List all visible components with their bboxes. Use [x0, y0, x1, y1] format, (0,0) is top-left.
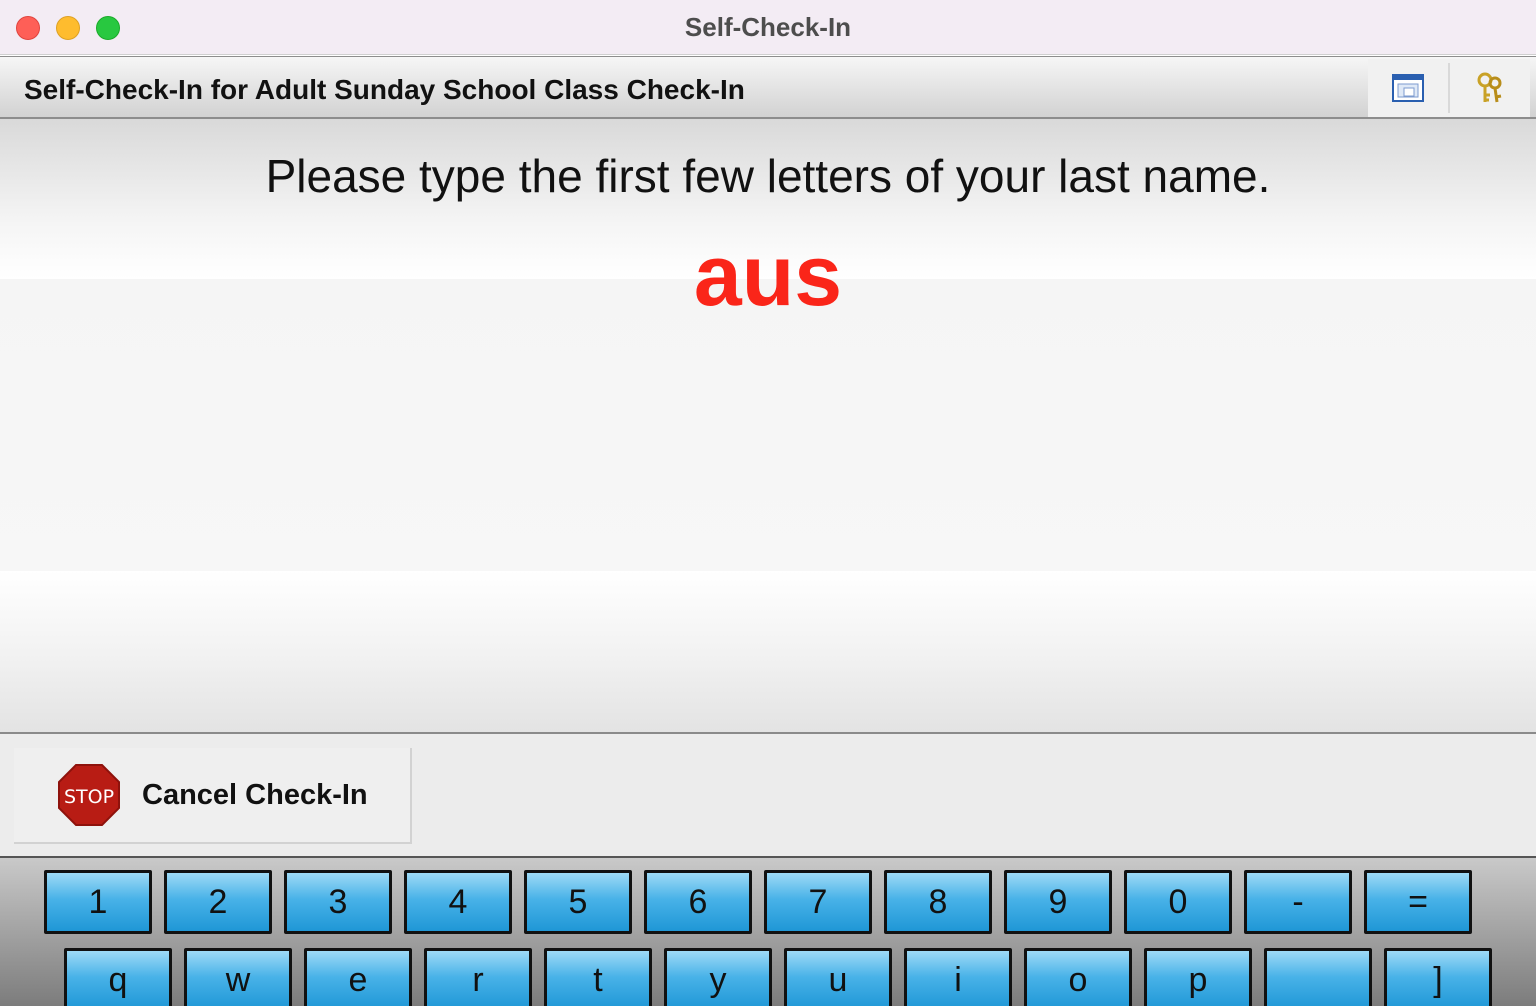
- keyboard-row-numbers: 1 2 3 4 5 6 7 8 9 0 - =: [44, 870, 1472, 934]
- screen-icon: [1392, 74, 1424, 102]
- cancel-check-in-label: Cancel Check-In: [142, 778, 368, 811]
- window-titlebar: Self-Check-In: [0, 0, 1536, 55]
- key-minus[interactable]: -: [1244, 870, 1352, 934]
- main-panel: Please type the first few letters of you…: [0, 119, 1536, 732]
- keys-button[interactable]: [1450, 62, 1530, 114]
- key-5[interactable]: 5: [524, 870, 632, 934]
- instruction-text: Please type the first few letters of you…: [265, 150, 1271, 202]
- window-title: Self-Check-In: [684, 12, 852, 42]
- key-q[interactable]: q: [64, 948, 172, 1006]
- key-left-bracket[interactable]: [1264, 948, 1372, 1006]
- key-3[interactable]: 3: [284, 870, 392, 934]
- header-toolbar: [1368, 59, 1530, 117]
- key-9[interactable]: 9: [1004, 870, 1112, 934]
- key-1[interactable]: 1: [44, 870, 152, 934]
- key-i[interactable]: i: [904, 948, 1012, 1006]
- svg-text:STOP: STOP: [64, 786, 114, 808]
- key-2[interactable]: 2: [164, 870, 272, 934]
- key-r[interactable]: r: [424, 948, 532, 1006]
- keyboard-row-letters: q w e r t y u i o p ]: [64, 948, 1492, 1006]
- key-8[interactable]: 8: [884, 870, 992, 934]
- on-screen-keyboard: 1 2 3 4 5 6 7 8 9 0 - = q w e r t y u i …: [0, 856, 1536, 1006]
- key-t[interactable]: t: [544, 948, 652, 1006]
- typed-name-display: aus: [693, 228, 843, 324]
- key-o[interactable]: o: [1024, 948, 1132, 1006]
- key-e[interactable]: e: [304, 948, 412, 1006]
- key-6[interactable]: 6: [644, 870, 752, 934]
- cancel-check-in-button[interactable]: STOP Cancel Check-In: [14, 748, 412, 844]
- key-0[interactable]: 0: [1124, 870, 1232, 934]
- key-4[interactable]: 4: [404, 870, 512, 934]
- key-7[interactable]: 7: [764, 870, 872, 934]
- key-right-bracket[interactable]: ]: [1384, 948, 1492, 1006]
- key-y[interactable]: y: [664, 948, 772, 1006]
- key-w[interactable]: w: [184, 948, 292, 1006]
- stop-sign-icon: STOP: [58, 764, 120, 826]
- key-equals[interactable]: =: [1364, 870, 1472, 934]
- key-u[interactable]: u: [784, 948, 892, 1006]
- header-bar: Self-Check-In for Adult Sunday School Cl…: [0, 56, 1536, 119]
- page-title: Self-Check-In for Adult Sunday School Cl…: [24, 74, 745, 105]
- action-bar: STOP Cancel Check-In: [0, 732, 1536, 856]
- key-p[interactable]: p: [1144, 948, 1252, 1006]
- screen-button[interactable]: [1368, 62, 1448, 114]
- keys-icon: [1477, 72, 1502, 103]
